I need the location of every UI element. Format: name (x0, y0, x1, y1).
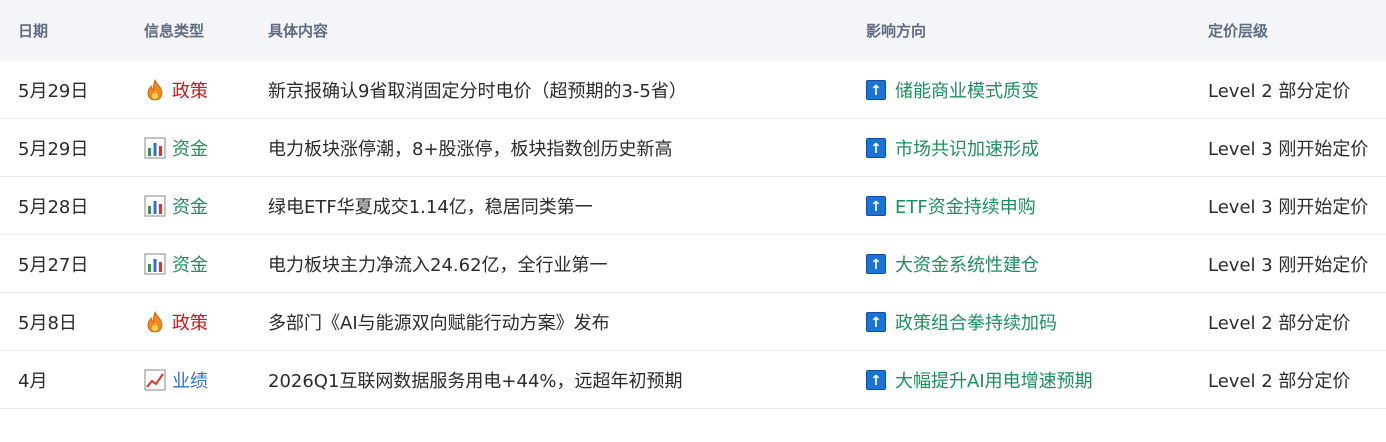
up-arrow-icon: ↑ (866, 311, 886, 332)
type-label: 资金 (172, 138, 208, 160)
bar-chart-icon (144, 253, 166, 275)
row-date: 5月27日 (18, 254, 89, 276)
row-type: 政策 (126, 77, 250, 103)
row-type: 资金 (126, 193, 250, 219)
impact-label: ETF资金持续申购 (895, 196, 1036, 218)
row-date: 4月 (18, 370, 48, 392)
row-content: 新京报确认9省取消固定分时电价（超预期的3-5省） (268, 80, 687, 102)
row-level: Level 2 部分定价 (1208, 370, 1351, 392)
table-body: 5月29日 政策 新京报确认9省取消固定分时电价（超预期的3-5省） ↑ 储能商业模式质… (0, 61, 1386, 409)
row-type: 政策 (126, 309, 250, 335)
row-type: 资金 (126, 135, 250, 161)
row-content: 电力板块涨停潮，8+股涨停，板块指数创历史新高 (268, 138, 673, 160)
impact-label: 政策组合拳持续加码 (895, 312, 1057, 334)
header-impact: 影响方向 (866, 22, 927, 40)
row-date: 5月8日 (18, 312, 77, 334)
type-label: 业绩 (172, 370, 208, 392)
row-level: Level 3 刚开始定价 (1208, 196, 1369, 218)
impact-label: 储能商业模式质变 (895, 80, 1039, 102)
table-header: 日期 信息类型 具体内容 影响方向 定价层级 (0, 0, 1386, 61)
impact-label: 大资金系统性建仓 (895, 254, 1039, 276)
type-label: 资金 (172, 254, 208, 276)
up-arrow-icon: ↑ (866, 195, 886, 216)
table-row: 5月29日 资金 电力板块涨停潮，8+股涨停，板块指数创历史新高 ↑ 市场共识加速形成 L… (0, 119, 1386, 177)
bar-chart-icon (144, 137, 166, 159)
row-impact: ↑ 政策组合拳持续加码 (848, 309, 1190, 335)
row-content: 多部门《AI与能源双向赋能行动方案》发布 (268, 312, 610, 334)
row-level: Level 3 刚开始定价 (1208, 254, 1369, 276)
header-type: 信息类型 (144, 22, 205, 40)
trend-chart-icon (144, 369, 166, 391)
row-impact: ↑ 市场共识加速形成 (848, 135, 1190, 161)
row-content: 电力板块主力净流入24.62亿，全行业第一 (268, 254, 608, 276)
impact-label: 市场共识加速形成 (895, 138, 1039, 160)
table-row: 4月 业绩 2026Q1互联网数据服务用电+44%，远超年初预期 ↑ 大幅提升AI用电增… (0, 351, 1386, 409)
up-arrow-icon: ↑ (866, 79, 886, 100)
bar-chart-icon (144, 195, 166, 217)
table-row: 5月27日 资金 电力板块主力净流入24.62亿，全行业第一 ↑ 大资金系统性建仓 Lev… (0, 235, 1386, 293)
up-arrow-icon: ↑ (866, 253, 886, 274)
fire-icon (144, 310, 166, 333)
row-impact: ↑ 储能商业模式质变 (848, 77, 1190, 103)
up-arrow-icon: ↑ (866, 137, 886, 158)
row-impact: ↑ ETF资金持续申购 (848, 193, 1190, 219)
row-level: Level 2 部分定价 (1208, 312, 1351, 334)
header-level: 定价层级 (1208, 22, 1269, 40)
row-impact: ↑ 大资金系统性建仓 (848, 251, 1190, 277)
row-content: 2026Q1互联网数据服务用电+44%，远超年初预期 (268, 370, 683, 392)
fire-icon (144, 78, 166, 101)
type-label: 资金 (172, 196, 208, 218)
header-content: 具体内容 (268, 22, 329, 40)
header-date: 日期 (18, 22, 49, 40)
row-type: 业绩 (126, 367, 250, 393)
row-content: 绿电ETF华夏成交1.14亿，稳居同类第一 (268, 196, 593, 218)
impact-label: 大幅提升AI用电增速预期 (895, 370, 1093, 392)
table-row: 5月8日 政策 多部门《AI与能源双向赋能行动方案》发布 ↑ 政策组合拳持续加码 Leve… (0, 293, 1386, 351)
up-arrow-icon: ↑ (866, 369, 886, 390)
row-type: 资金 (126, 251, 250, 277)
news-table: 日期 信息类型 具体内容 影响方向 定价层级 5月29日 政策 新京报确认9省取消固… (0, 0, 1386, 409)
row-level: Level 3 刚开始定价 (1208, 138, 1369, 160)
table-row: 5月28日 资金 绿电ETF华夏成交1.14亿，稳居同类第一 ↑ ETF资金持续申购 Le… (0, 177, 1386, 235)
table-row: 5月29日 政策 新京报确认9省取消固定分时电价（超预期的3-5省） ↑ 储能商业模式质… (0, 61, 1386, 119)
type-label: 政策 (172, 312, 208, 334)
row-date: 5月28日 (18, 196, 89, 218)
row-date: 5月29日 (18, 138, 89, 160)
row-impact: ↑ 大幅提升AI用电增速预期 (848, 367, 1190, 393)
row-level: Level 2 部分定价 (1208, 80, 1351, 102)
row-date: 5月29日 (18, 80, 89, 102)
type-label: 政策 (172, 80, 208, 102)
